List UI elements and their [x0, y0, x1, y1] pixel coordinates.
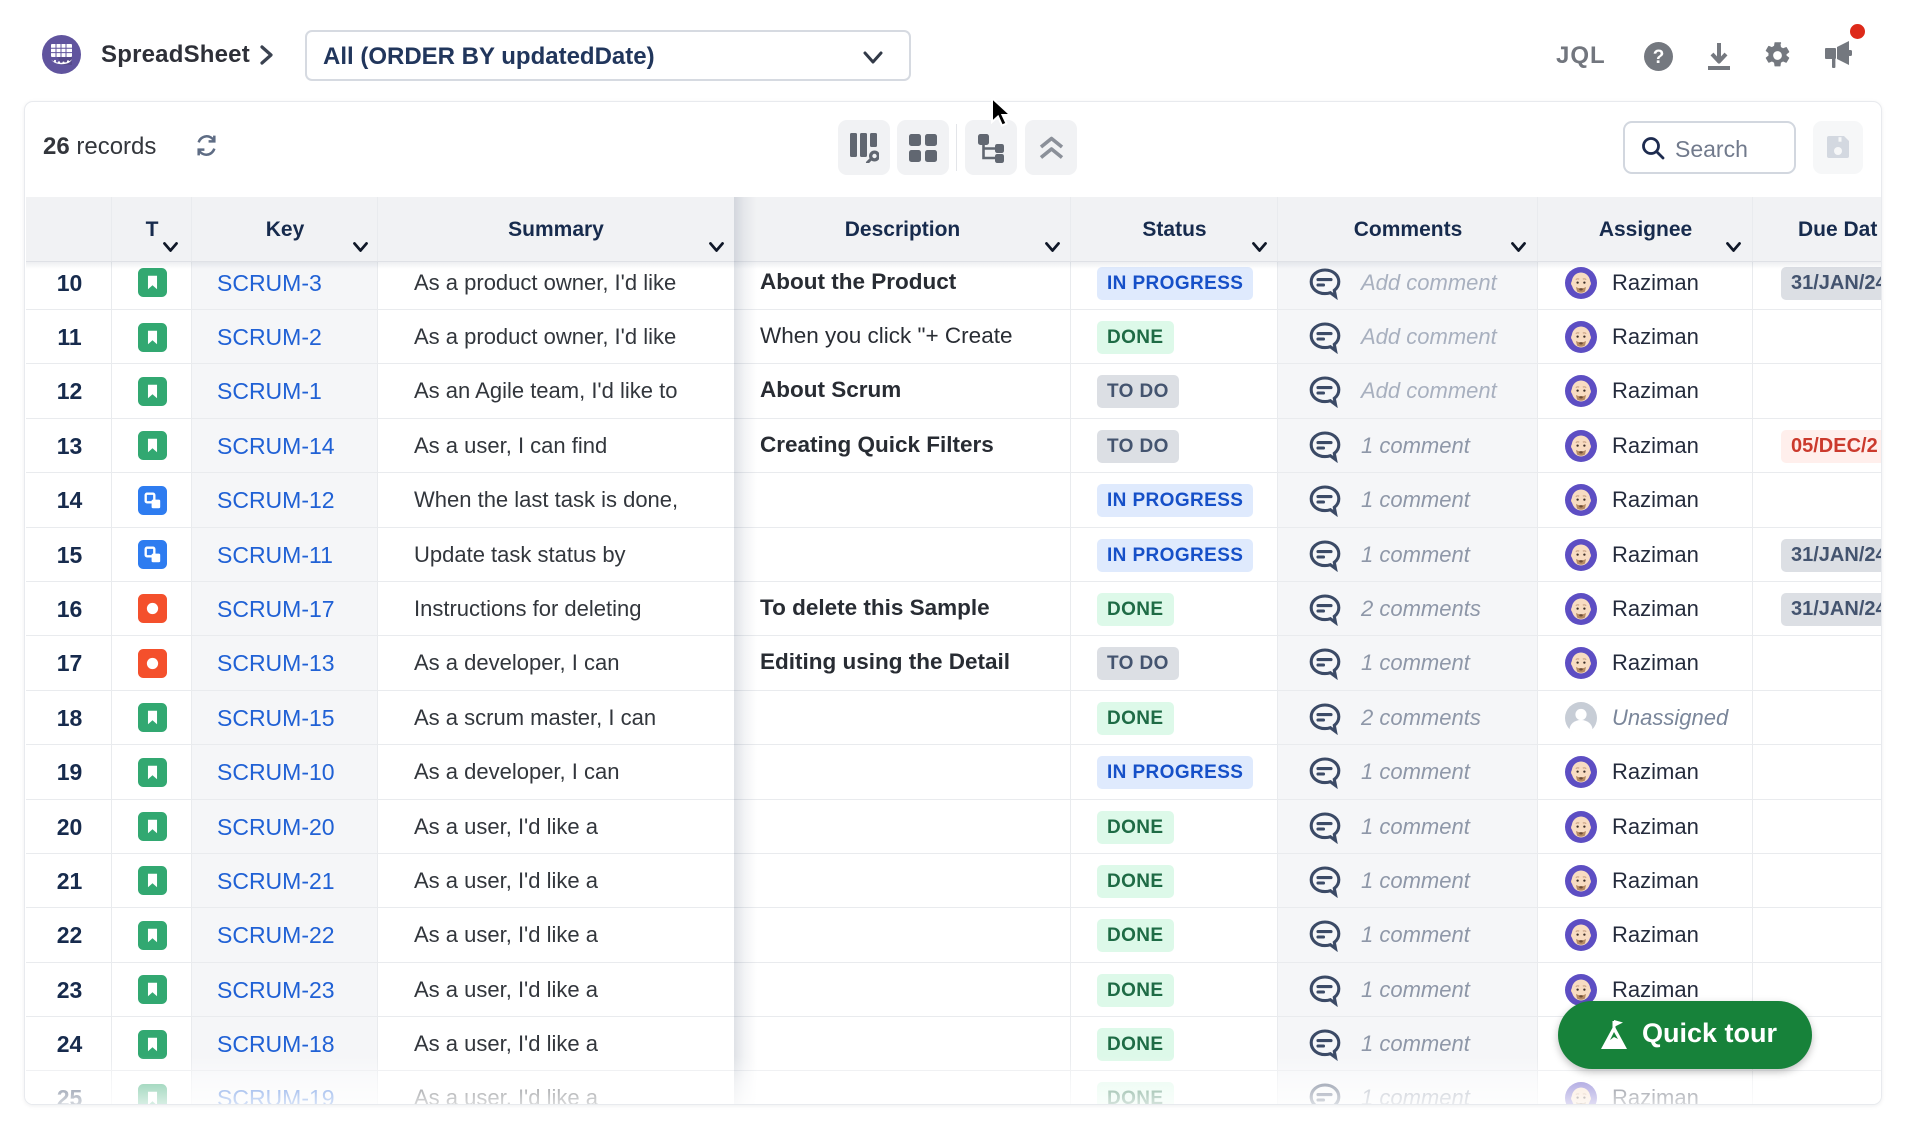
svg-text:?: ?	[1653, 47, 1665, 68]
